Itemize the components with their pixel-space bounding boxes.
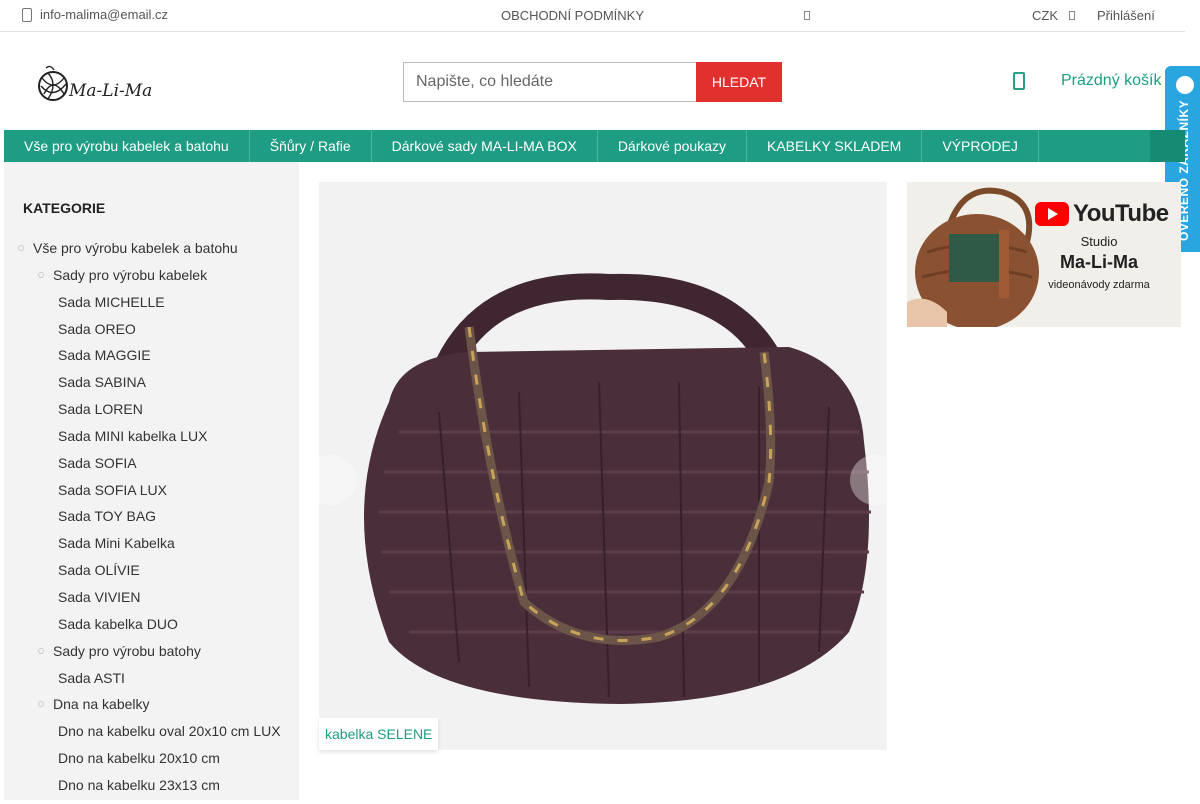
phone-icon <box>22 7 32 22</box>
banner-line-name: Ma-Li-Ma <box>1060 252 1138 272</box>
youtube-banner[interactable]: YouTube Studio Ma-Li-Ma videonávody zdar… <box>907 182 1181 327</box>
nav-item-darkove-sady[interactable]: Dárkové sady MA-LI-MA BOX <box>372 130 598 162</box>
main-navigation: Vše pro výrobu kabelek a batohu Šňůry / … <box>4 130 1185 162</box>
search-button[interactable]: HLEDAT <box>696 62 782 102</box>
category-item[interactable]: Sada VIVIEN <box>4 589 299 616</box>
cart-icon <box>1013 72 1025 90</box>
category-item[interactable]: Sada MAGGIE <box>4 347 299 374</box>
category-item[interactable]: Sada MICHELLE <box>4 294 299 321</box>
currency-selector[interactable]: CZK <box>1032 8 1058 23</box>
cart-link[interactable]: Prázdný košík <box>1013 72 1161 90</box>
nav-more-button[interactable] <box>1150 130 1185 162</box>
category-item[interactable]: Sada kabelka DUO <box>4 616 299 643</box>
category-sidebar: KATEGORIE Vše pro výrobu kabelek a batoh… <box>4 162 299 800</box>
category-item[interactable]: Vše pro výrobu kabelek a batohu <box>4 240 299 267</box>
verified-badge-icon <box>1176 76 1194 94</box>
category-item[interactable]: Sada OLÍVIE <box>4 562 299 589</box>
youtube-logo: YouTube <box>1035 200 1169 228</box>
category-item[interactable]: Sada LOREN <box>4 401 299 428</box>
banner-line-studio: Studio <box>1080 234 1118 249</box>
email-link[interactable]: info-malima@email.cz <box>22 7 168 22</box>
nav-item-darkove-poukazy[interactable]: Dárkové poukazy <box>598 130 747 162</box>
slide-caption-link[interactable]: kabelka SELENE <box>319 718 439 750</box>
category-item[interactable]: Sada SOFIA <box>4 455 299 482</box>
terms-link[interactable]: OBCHODNÍ PODMÍNKY <box>501 8 644 23</box>
email-text: info-malima@email.cz <box>40 7 169 22</box>
nav-item-kabelky-skladem[interactable]: KABELKY SKLADEM <box>747 130 923 162</box>
nav-item-vyprodej[interactable]: VÝPRODEJ <box>922 130 1039 162</box>
banner-line-tagline: videonávody zdarma <box>1048 279 1150 291</box>
site-logo[interactable]: Ma-Li-Ma <box>36 62 162 106</box>
svg-text:Ma-Li-Ma: Ma-Li-Ma <box>68 81 152 101</box>
login-link[interactable]: Přihlášení <box>1097 8 1155 23</box>
play-icon <box>1035 202 1069 226</box>
search-input[interactable] <box>403 62 696 102</box>
category-item[interactable]: Dna na kabelky <box>4 696 299 723</box>
category-item[interactable]: Sada SABINA <box>4 374 299 401</box>
top-bar: info-malima@email.cz OBCHODNÍ PODMÍNKY C… <box>0 0 1185 32</box>
category-item[interactable]: Sada SOFIA LUX <box>4 482 299 509</box>
category-item[interactable]: Sada OREO <box>4 321 299 348</box>
hero-slider <box>319 182 887 750</box>
sidebar-title: KATEGORIE <box>23 200 106 216</box>
category-item[interactable]: Dno na kabelku oval 20x10 cm LUX <box>4 723 299 750</box>
account-icon[interactable] <box>804 11 810 20</box>
nav-item-vse-pro-vyrobu[interactable]: Vše pro výrobu kabelek a batohu <box>4 130 250 162</box>
category-item[interactable]: Sady pro výrobu kabelek <box>4 267 299 294</box>
handbag-photo <box>319 182 887 750</box>
category-list: Vše pro výrobu kabelek a batohu Sady pro … <box>4 240 299 804</box>
category-item[interactable]: Sada ASTI <box>4 670 299 697</box>
category-item[interactable]: Sada Mini Kabelka <box>4 535 299 562</box>
category-item[interactable]: Sady pro výrobu batohy <box>4 643 299 670</box>
nav-item-snury-rafie[interactable]: Šňůry / Rafie <box>250 130 372 162</box>
category-item[interactable]: Sada TOY BAG <box>4 508 299 535</box>
chevron-down-icon[interactable] <box>1069 11 1075 20</box>
search-form: HLEDAT <box>403 62 782 102</box>
cart-label: Prázdný košík <box>1061 72 1162 89</box>
category-item[interactable]: Sada MINI kabelka LUX <box>4 428 299 455</box>
category-item[interactable]: Dno na kabelku 20x10 cm <box>4 750 299 777</box>
